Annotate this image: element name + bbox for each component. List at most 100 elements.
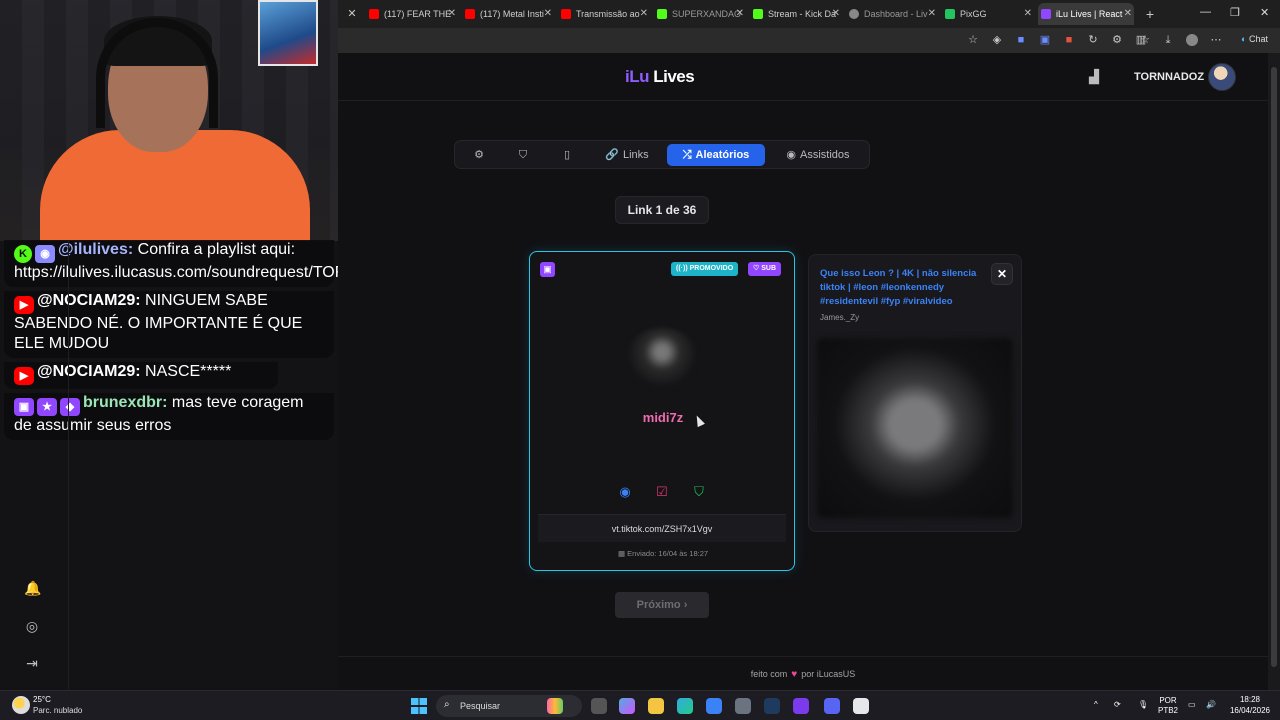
- file-explorer-icon[interactable]: [648, 698, 664, 714]
- display-icon[interactable]: ▭: [1188, 700, 1196, 710]
- new-tab-icon[interactable]: +: [1144, 7, 1156, 21]
- refresh-icon[interactable]: ↻: [1087, 34, 1099, 46]
- windows-start-icon[interactable]: [411, 698, 427, 714]
- heart-icon: ♥: [791, 669, 798, 680]
- widgets-icon[interactable]: [547, 698, 563, 714]
- scrollbar[interactable]: [1268, 53, 1280, 690]
- twitch-icon: ▣: [14, 398, 34, 416]
- tab-moderation[interactable]: ⛉: [511, 144, 539, 166]
- extensions-icon[interactable]: ⚙: [1111, 34, 1123, 46]
- extension-icon[interactable]: ■: [1015, 34, 1027, 46]
- volume-icon[interactable]: 🔊: [1206, 700, 1216, 710]
- logout-icon[interactable]: ⇥: [24, 655, 40, 671]
- notepad-icon[interactable]: [853, 698, 869, 714]
- close-icon[interactable]: ✕: [640, 3, 648, 25]
- video-preview-card: Que isso Leon ? | 4K | não silencia tikt…: [808, 254, 1022, 532]
- close-icon[interactable]: ✕: [544, 3, 552, 25]
- tab-random[interactable]: ⤮ Aleatórios: [667, 144, 765, 166]
- sent-timestamp: ▦ Enviado: 16/04 às 18:27: [530, 549, 796, 558]
- avatar[interactable]: [1208, 63, 1236, 91]
- sender-avatar: [627, 328, 697, 388]
- close-window-icon[interactable]: ✕: [1260, 6, 1269, 19]
- tab-device[interactable]: ▯: [555, 144, 583, 166]
- browser-tab[interactable]: (117) FEAR THE ✕: [366, 3, 458, 25]
- scroll-thumb[interactable]: [1271, 67, 1277, 667]
- copilot-icon[interactable]: [619, 698, 635, 714]
- browser-tab[interactable]: Stream - Kick Da ✕: [750, 3, 842, 25]
- video-title[interactable]: Que isso Leon ? | 4K | não silencia tikt…: [820, 267, 990, 309]
- browser-tab[interactable]: PixGG ✕: [942, 3, 1034, 25]
- discord-icon[interactable]: [824, 698, 840, 714]
- browser-tab-active[interactable]: iLu Lives | React ✕: [1038, 3, 1134, 25]
- twitch-icon: ▣: [540, 262, 555, 277]
- extension-icon[interactable]: ◈: [991, 34, 1003, 46]
- edge-icon[interactable]: [677, 698, 693, 714]
- support-icon[interactable]: ◎: [24, 618, 40, 634]
- app-icon[interactable]: [793, 698, 809, 714]
- weather-icon[interactable]: [12, 696, 30, 714]
- close-icon[interactable]: ✕: [928, 3, 936, 25]
- browser-tab[interactable]: Transmissão ao ✕: [558, 3, 650, 25]
- bell-icon[interactable]: 🔔: [24, 580, 41, 596]
- steam-icon[interactable]: [764, 698, 780, 714]
- app-icon[interactable]: [706, 698, 722, 714]
- close-icon[interactable]: ✕: [991, 263, 1013, 285]
- close-icon[interactable]: ✕: [346, 8, 358, 20]
- eye-icon[interactable]: ◉: [617, 484, 633, 500]
- close-icon[interactable]: ✕: [736, 3, 744, 25]
- browser-toolbar: ☆ ◈ ■ ▣ ■ ↻ ⚙ ▥ ☆ ⤓ ⋯ ◐ Chat: [338, 28, 1280, 53]
- tray-chevron-icon[interactable]: ^: [1094, 700, 1098, 710]
- app-icon[interactable]: [735, 698, 751, 714]
- minimize-icon[interactable]: —: [1200, 6, 1211, 18]
- tab-label: SUPERXANDAO: [672, 9, 742, 19]
- download-icon[interactable]: ⤓: [1162, 34, 1174, 46]
- translate-icon[interactable]: ▣: [1039, 34, 1051, 46]
- browser-tab[interactable]: SUPERXANDAO ✕: [654, 3, 746, 25]
- tab-label: PixGG: [960, 9, 987, 19]
- gift-icon[interactable]: ▟: [1087, 70, 1101, 84]
- profile-icon[interactable]: [1186, 34, 1198, 46]
- user-name[interactable]: TORNNADOZ: [1134, 71, 1204, 83]
- promoted-badge: ((·)) PROMOVIDO: [671, 262, 739, 276]
- close-icon[interactable]: ✕: [448, 3, 456, 25]
- tab-label: (117) Metal Insti: [480, 9, 544, 19]
- network-icon[interactable]: ⟳: [1114, 700, 1121, 710]
- wall-poster: [258, 0, 318, 66]
- sent-text: Enviado: 16/04 às 18:27: [627, 549, 709, 558]
- browser-tab[interactable]: Dashboard - Liv ✕: [846, 3, 938, 25]
- check-icon[interactable]: ☑: [654, 484, 670, 500]
- clock-date: 16/04/2026: [1229, 706, 1271, 715]
- video-thumbnail[interactable]: [817, 338, 1013, 518]
- browser-tab[interactable]: (117) Metal Insti ✕: [462, 3, 554, 25]
- tab-label: Assistidos: [800, 149, 850, 161]
- star-icon[interactable]: ☆: [967, 34, 979, 46]
- tab-links[interactable]: 🔗 Links: [595, 144, 659, 166]
- shield-icon: ⛉: [518, 149, 528, 161]
- language-indicator[interactable]: POR PTB2: [1156, 696, 1180, 716]
- tab-settings[interactable]: ⚙: [467, 144, 495, 166]
- shield-icon[interactable]: ⛉: [691, 484, 707, 500]
- kick-icon: [753, 9, 763, 19]
- app-logo[interactable]: iLu Lives: [625, 67, 695, 87]
- task-view-icon[interactable]: [591, 698, 607, 714]
- system-clock[interactable]: 18:28 16/04/2026: [1224, 694, 1276, 716]
- link-counter: Link 1 de 36: [615, 196, 709, 224]
- mic-icon[interactable]: 🎙: [1138, 700, 1148, 710]
- kick-icon: K: [14, 245, 32, 263]
- office-icon[interactable]: ■: [1063, 34, 1075, 46]
- chat-message: K ◉ @ilulives: Confira a playlist aqui: ht…: [4, 240, 414, 287]
- close-icon[interactable]: ✕: [1124, 3, 1132, 25]
- close-icon[interactable]: ✕: [832, 3, 840, 25]
- screen: K ◉ @ilulives: Confira a playlist aqui: ht…: [0, 0, 1280, 720]
- tab-watched[interactable]: ◉ Assistidos: [773, 144, 863, 166]
- copilot-chat-button[interactable]: ◐ Chat: [1241, 34, 1268, 44]
- link-url[interactable]: vt.tiktok.com/ZSH7x1Vgv: [538, 514, 786, 542]
- stream-overlay: K ◉ @ilulives: Confira a playlist aqui: ht…: [0, 0, 414, 691]
- close-icon[interactable]: ✕: [1024, 3, 1032, 25]
- restore-icon[interactable]: ❐: [1230, 6, 1240, 19]
- more-icon[interactable]: ⋯: [1210, 34, 1222, 46]
- chat-user: @ilulives:: [58, 241, 134, 258]
- next-button[interactable]: Próximo ›: [615, 592, 709, 618]
- favorites-icon[interactable]: ☆: [1139, 34, 1151, 46]
- sender-username: midi7z: [642, 410, 684, 425]
